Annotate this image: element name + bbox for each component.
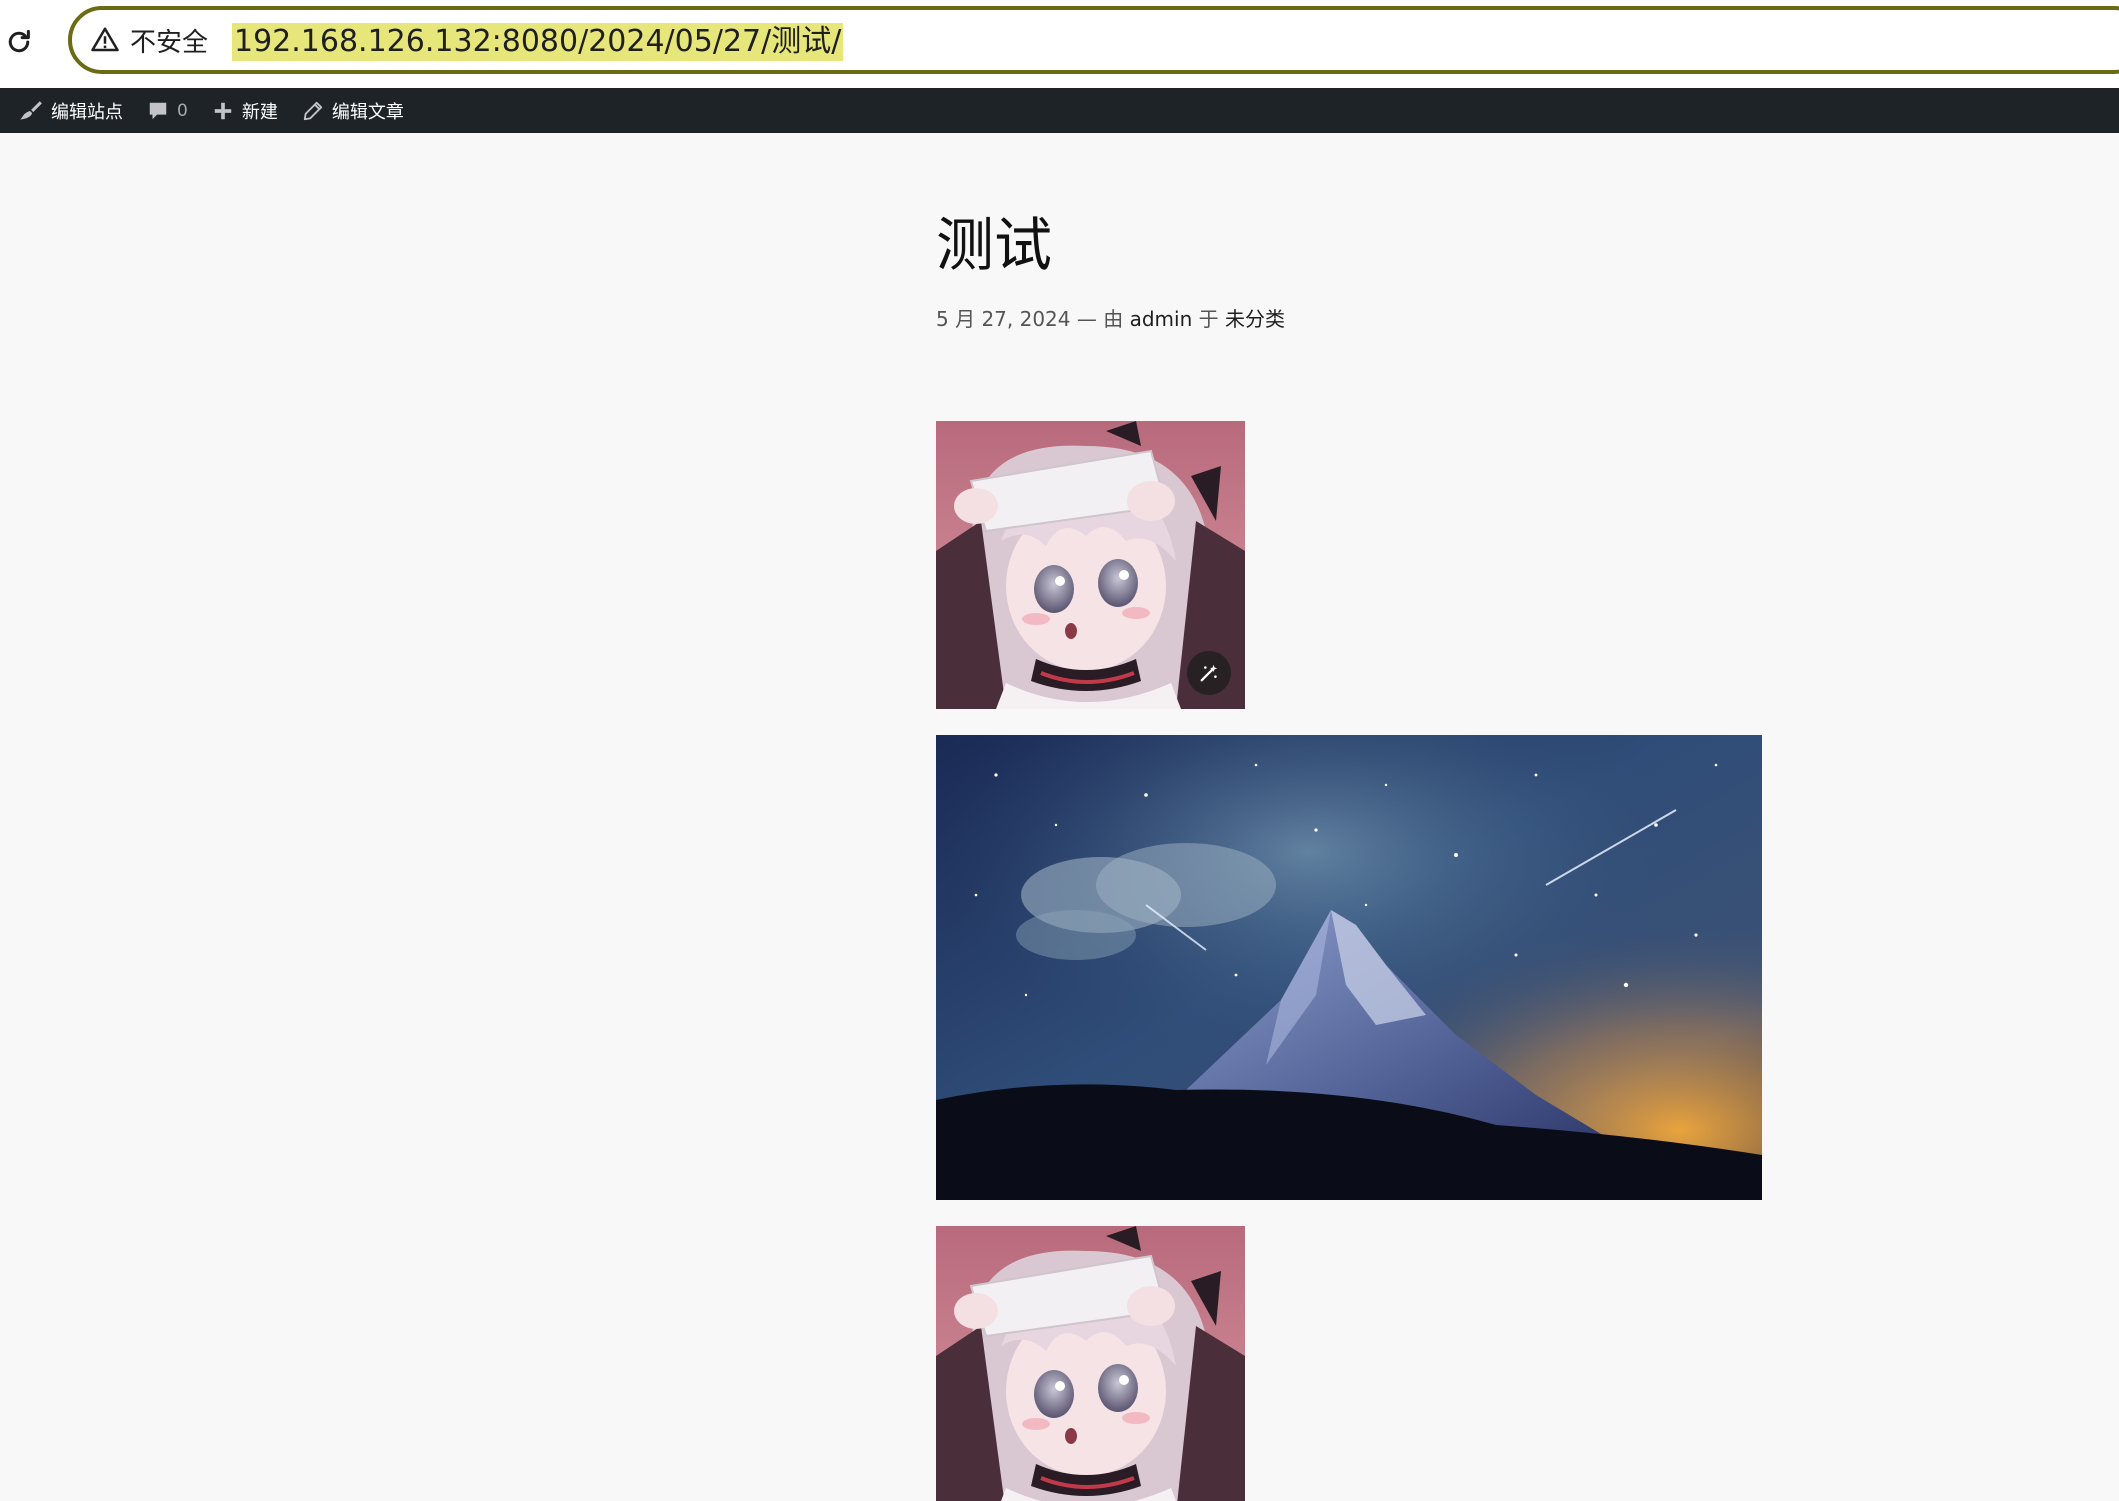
post-date[interactable]: 5 月 27, 2024 xyxy=(936,307,1071,331)
warning-icon xyxy=(91,27,119,52)
address-bar[interactable]: 不安全 192.168.126.132:8080/2024/05/27/测试/ xyxy=(68,6,2119,74)
admin-bar-new[interactable]: 新建 xyxy=(200,88,290,133)
admin-bar-new-label: 新建 xyxy=(241,101,278,123)
comment-count: 0 xyxy=(177,100,188,121)
admin-bar: 编辑站点 0 新建 编辑文章 xyxy=(0,88,2119,133)
anime-girl-illustration xyxy=(936,1226,1245,1501)
admin-bar-comments[interactable]: 0 xyxy=(135,88,200,133)
post-title: 测试 xyxy=(936,211,1053,279)
starry-mountain-photo xyxy=(936,735,1762,1200)
reload-icon xyxy=(8,29,30,53)
post-image-anime-2[interactable] xyxy=(936,1226,1245,1501)
security-label: 不安全 xyxy=(130,27,209,58)
plus-icon xyxy=(214,102,232,119)
admin-bar-edit-site-label: 编辑站点 xyxy=(51,101,123,123)
post-image-mountain[interactable] xyxy=(936,735,1762,1200)
post-category-link[interactable]: 未分类 xyxy=(1225,307,1285,331)
image-edit-button[interactable] xyxy=(1187,651,1231,695)
admin-bar-edit-post-label: 编辑文章 xyxy=(331,101,404,123)
brush-icon xyxy=(20,100,42,120)
post-author-link[interactable]: admin xyxy=(1130,307,1193,331)
reload-button[interactable] xyxy=(0,22,38,62)
meta-separator: — 由 xyxy=(1076,306,1124,331)
pencil-icon xyxy=(303,101,322,120)
admin-bar-edit-site[interactable]: 编辑站点 xyxy=(0,88,135,133)
meta-in-label: 于 xyxy=(1198,306,1219,331)
admin-bar-edit-post[interactable]: 编辑文章 xyxy=(290,88,416,133)
post-header: 测试 5 月 27, 2024 — 由 admin 于 未分类 xyxy=(936,133,1836,332)
security-indicator[interactable]: 不安全 xyxy=(90,22,208,58)
browser-toolbar: 不安全 192.168.126.132:8080/2024/05/27/测试/ xyxy=(0,0,2119,88)
url-text[interactable]: 192.168.126.132:8080/2024/05/27/测试/ xyxy=(232,23,844,61)
post-meta: 5 月 27, 2024 — 由 admin 于 未分类 xyxy=(936,303,1836,332)
post-image-anime-1[interactable] xyxy=(936,421,1245,709)
comment-icon xyxy=(149,102,167,119)
magic-wand-icon xyxy=(1200,664,1218,682)
